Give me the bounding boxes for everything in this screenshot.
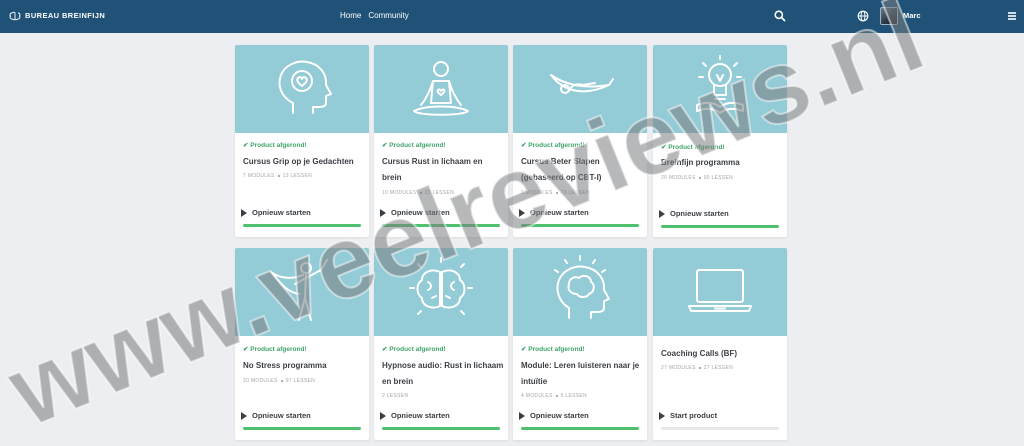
restart-button[interactable]: Opnieuw starten xyxy=(241,411,311,421)
restart-button[interactable]: Opnieuw starten xyxy=(241,208,311,218)
product-meta: 7 MODULES 13 LESSEN xyxy=(243,173,312,179)
head-brain-icon xyxy=(554,255,610,319)
play-icon xyxy=(380,412,386,420)
hammock-icon xyxy=(550,74,614,94)
product-meta: 20 MODULES 90 LESSEN xyxy=(661,175,734,181)
product-title[interactable]: Cursus Grip op je Gedachten xyxy=(243,154,365,170)
product-meta: 20 MODULES 97 LESSEN xyxy=(243,378,316,384)
play-icon xyxy=(519,209,525,217)
nav-home[interactable]: Home xyxy=(340,10,361,22)
product-title[interactable]: Hypnose audio: Rust in lichaam en brein xyxy=(382,358,504,390)
brand-logo[interactable]: BUREAU BREINFIJN xyxy=(9,9,105,23)
play-icon xyxy=(659,412,665,420)
progress-bar xyxy=(243,427,361,430)
product-image xyxy=(513,248,647,336)
top-navigation-bar: BUREAU BREINFIJN Home Community Marc xyxy=(0,0,1024,33)
product-card[interactable]: ✔ Product afgerond! Cursus Rust in licha… xyxy=(374,45,508,237)
laptop-icon xyxy=(688,269,752,312)
restart-button[interactable]: Opnieuw starten xyxy=(659,209,729,219)
product-image xyxy=(653,45,787,133)
play-icon xyxy=(241,412,247,420)
restart-button[interactable]: Opnieuw starten xyxy=(519,208,589,218)
status-complete: ✔ Product afgerond! xyxy=(382,142,446,149)
lightbulb-book-icon xyxy=(696,55,744,114)
play-icon xyxy=(241,209,247,217)
product-title[interactable]: Cursus Beter Slapen (gebaseerd op CBT-I) xyxy=(521,154,643,186)
progress-bar xyxy=(521,224,639,227)
product-card[interactable]: ✔ Product afgerond! Hypnose audio: Rust … xyxy=(374,248,508,440)
status-complete: ✔ Product afgerond! xyxy=(382,346,446,353)
start-product-button[interactable]: Start product xyxy=(659,411,717,421)
restart-button[interactable]: Opnieuw starten xyxy=(519,411,589,421)
product-card[interactable]: ✔ Product afgerond! No Stress programma … xyxy=(235,248,369,440)
status-complete: ✔ Product afgerond! xyxy=(521,142,585,149)
progress-bar xyxy=(243,224,361,227)
product-image xyxy=(374,248,508,336)
progress-bar xyxy=(382,224,500,227)
restart-button[interactable]: Opnieuw starten xyxy=(380,208,450,218)
product-image xyxy=(235,248,369,336)
product-card[interactable]: Coaching Calls (BF) 27 MODULES 27 LESSEN … xyxy=(653,248,787,440)
status-complete: ✔ Product afgerond! xyxy=(661,144,725,151)
progress-bar xyxy=(661,225,779,228)
progress-bar xyxy=(382,427,500,430)
watermark: www.veelreviews.nl xyxy=(0,0,940,446)
play-icon xyxy=(380,209,386,217)
product-title[interactable]: Coaching Calls (BF) xyxy=(661,346,783,362)
status-complete: ✔ Product afgerond! xyxy=(521,346,585,353)
play-icon xyxy=(659,210,665,218)
restart-button[interactable]: Opnieuw starten xyxy=(380,411,450,421)
product-meta: 4 MODULES 5 LESSEN xyxy=(521,393,587,399)
main-nav: Home Community xyxy=(340,10,409,22)
head-heart-icon xyxy=(278,60,332,114)
product-image xyxy=(653,248,787,336)
product-title[interactable]: No Stress programma xyxy=(243,358,365,374)
product-meta: 2 LESSEN xyxy=(382,393,409,399)
product-title[interactable]: Cursus Rust in lichaam en brein xyxy=(382,154,504,186)
product-meta: 9 MODULES 23 LESSEN xyxy=(521,190,590,196)
product-card[interactable]: ✔ Product afgerond! Cursus Grip op je Ge… xyxy=(235,45,369,237)
nav-community[interactable]: Community xyxy=(368,10,408,22)
avatar[interactable] xyxy=(880,7,898,25)
product-title[interactable]: Module: Leren luisteren naar je intuïtie xyxy=(521,358,643,390)
status-complete: ✔ Product afgerond! xyxy=(243,346,307,353)
product-image xyxy=(513,45,647,133)
product-image xyxy=(374,45,508,133)
brain-logo-icon xyxy=(9,11,21,21)
globe-icon[interactable] xyxy=(856,9,870,23)
progress-bar xyxy=(521,427,639,430)
brain-glow-icon xyxy=(409,257,473,315)
hamburger-menu-icon[interactable] xyxy=(1005,9,1019,23)
meditation-icon xyxy=(413,61,469,116)
product-card[interactable]: ✔ Product afgerond! Cursus Beter Slapen … xyxy=(513,45,647,237)
user-name[interactable]: Marc xyxy=(903,11,921,21)
product-image xyxy=(235,45,369,133)
superhero-icon xyxy=(270,259,328,321)
product-card[interactable]: ✔ Product afgerond! Breinfijn programma … xyxy=(653,45,787,237)
play-icon xyxy=(519,412,525,420)
brand-name: BUREAU BREINFIJN xyxy=(25,11,106,20)
status-complete: ✔ Product afgerond! xyxy=(243,142,307,149)
product-meta: 10 MODULES 22 LESSEN xyxy=(382,190,455,196)
product-card[interactable]: ✔ Product afgerond! Module: Leren luiste… xyxy=(513,248,647,440)
product-meta: 27 MODULES 27 LESSEN xyxy=(661,365,734,371)
search-icon[interactable] xyxy=(773,9,787,23)
progress-bar xyxy=(661,427,779,430)
product-title[interactable]: Breinfijn programma xyxy=(661,155,783,171)
